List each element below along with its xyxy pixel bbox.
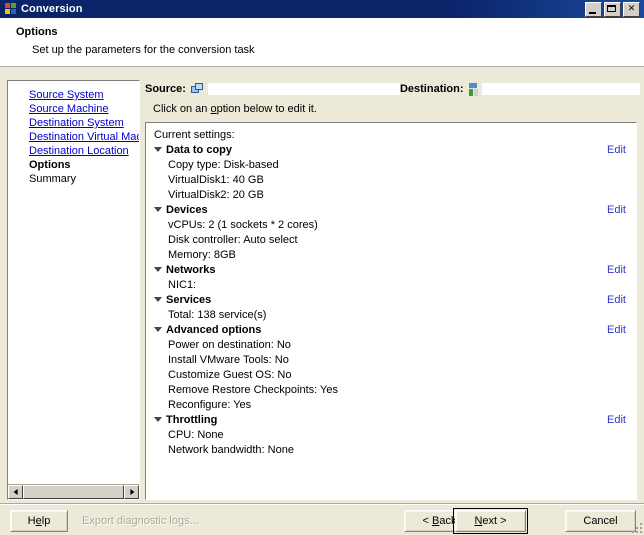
sidebar-item-label: Destination Virtual Machine	[29, 131, 139, 143]
source-value	[207, 83, 400, 95]
sidebar-item-label: Destination Location	[29, 145, 129, 157]
settings-item[interactable]: Install VMware Tools: No	[146, 353, 636, 368]
export-diagnostic-logs-button: Export diagnostic logs...	[82, 515, 199, 527]
settings-group-title: Data to copy	[166, 144, 233, 156]
settings-item[interactable]: CPU: None	[146, 428, 636, 443]
edit-link-networks[interactable]: Edit	[607, 263, 626, 278]
edit-link-devices[interactable]: Edit	[607, 203, 626, 218]
sidebar-item-source-system[interactable]: Source System	[8, 88, 139, 102]
dialog-footer: Help Export diagnostic logs... < Back Ne…	[0, 503, 644, 535]
settings-group-title: Throttling	[166, 414, 218, 426]
next-button-focus-ring: Next >	[453, 508, 528, 534]
scroll-right-arrow-icon[interactable]	[124, 485, 139, 499]
edit-link-throttling[interactable]: Edit	[607, 413, 626, 428]
cancel-button[interactable]: Cancel	[565, 510, 636, 532]
chevron-down-icon[interactable]	[154, 296, 162, 302]
settings-item[interactable]: NIC1:	[146, 278, 636, 293]
source-label: Source:	[145, 83, 186, 95]
sidebar-item-summary: Summary	[8, 172, 139, 186]
settings-group-title: Services	[166, 294, 212, 306]
window-controls: ✕	[585, 1, 640, 17]
sidebar-horizontal-scrollbar[interactable]	[8, 484, 139, 499]
current-settings-listbox[interactable]: Current settings: Data to copy Edit Copy ty…	[145, 122, 637, 500]
sidebar-item-destination-virtual-machine[interactable]: Destination Virtual Machine	[8, 130, 139, 144]
close-icon: ✕	[627, 2, 636, 13]
edit-link-services[interactable]: Edit	[607, 293, 626, 308]
scroll-left-arrow-icon[interactable]	[8, 485, 23, 499]
help-button[interactable]: Help	[10, 510, 68, 532]
sidebar-item-label: Source System	[29, 89, 104, 101]
edit-link-advanced-options[interactable]: Edit	[607, 323, 626, 338]
chevron-down-icon[interactable]	[154, 206, 162, 212]
settings-group-data-to-copy[interactable]: Data to copy Edit	[146, 143, 636, 158]
source-destination-bar: Source: Destination:	[145, 80, 640, 98]
settings-item[interactable]: VirtualDisk2: 20 GB	[146, 188, 636, 203]
sidebar-item-destination-location[interactable]: Destination Location	[8, 144, 139, 158]
sidebar-item-options: Options	[8, 158, 139, 172]
settings-group-advanced-options[interactable]: Advanced options Edit	[146, 323, 636, 338]
scrollbar-thumb[interactable]	[23, 485, 124, 499]
sidebar-item-label: Summary	[29, 173, 77, 185]
destination-host-icon	[468, 82, 479, 96]
settings-group-throttling[interactable]: Throttling Edit	[146, 413, 636, 428]
settings-group-title: Networks	[166, 264, 216, 276]
vmware-converter-icon	[4, 2, 18, 16]
edit-link-data-to-copy[interactable]: Edit	[607, 143, 626, 158]
current-settings-caption: Current settings:	[154, 129, 235, 141]
chevron-down-icon[interactable]	[154, 266, 162, 272]
settings-item[interactable]: Total: 138 service(s)	[146, 308, 636, 323]
next-button[interactable]: Next >	[455, 510, 526, 532]
destination-value	[481, 83, 640, 95]
window-title: Conversion	[21, 3, 83, 15]
settings-group-services[interactable]: Services Edit	[146, 293, 636, 308]
chevron-down-icon[interactable]	[154, 416, 162, 422]
sidebar-item-destination-system[interactable]: Destination System	[8, 116, 139, 130]
settings-item[interactable]: Copy type: Disk-based	[146, 158, 636, 173]
scrollbar-track[interactable]	[23, 485, 124, 499]
settings-group-title: Advanced options	[166, 324, 262, 336]
destination-label: Destination:	[399, 83, 464, 95]
hint-before: Click on an	[153, 103, 211, 115]
source-machine-icon	[190, 83, 204, 95]
resize-grip[interactable]	[630, 521, 642, 533]
chevron-down-icon[interactable]	[154, 326, 162, 332]
settings-item[interactable]: vCPUs: 2 (1 sockets * 2 cores)	[146, 218, 636, 233]
conversion-dialog-window: Conversion ✕ Options Set up the paramete…	[0, 0, 644, 535]
settings-group-devices[interactable]: Devices Edit	[146, 203, 636, 218]
settings-item[interactable]: Disk controller: Auto select	[146, 233, 636, 248]
sidebar-item-source-machine[interactable]: Source Machine	[8, 102, 139, 116]
hint-after: ption below to edit it.	[216, 103, 317, 115]
settings-item[interactable]: Remove Restore Checkpoints: Yes	[146, 383, 636, 398]
edit-hint-text: Click on an option below to edit it.	[153, 103, 317, 115]
settings-item[interactable]: Reconfigure: Yes	[146, 398, 636, 413]
wizard-steps-list: Source System Source Machine Destination S…	[8, 81, 139, 483]
settings-item[interactable]: VirtualDisk1: 40 GB	[146, 173, 636, 188]
options-content-pane: Source: Destination: Click on an option …	[145, 80, 640, 500]
chevron-down-icon[interactable]	[154, 146, 162, 152]
minimize-button[interactable]	[585, 1, 602, 17]
settings-group-title: Devices	[166, 204, 208, 216]
sidebar-item-label: Source Machine	[29, 103, 109, 115]
settings-list: Current settings: Data to copy Edit Copy ty…	[146, 123, 636, 458]
settings-item[interactable]: Customize Guest OS: No	[146, 368, 636, 383]
title-bar[interactable]: Conversion ✕	[0, 0, 644, 18]
dialog-header: Options Set up the parameters for the co…	[0, 18, 644, 67]
close-button[interactable]: ✕	[623, 1, 640, 17]
maximize-button[interactable]	[604, 1, 621, 17]
settings-item[interactable]: Memory: 8GB	[146, 248, 636, 263]
wizard-steps-pane: Source System Source Machine Destination S…	[7, 80, 140, 500]
page-title: Options	[16, 26, 58, 38]
settings-group-networks[interactable]: Networks Edit	[146, 263, 636, 278]
page-subtitle: Set up the parameters for the conversion…	[32, 44, 255, 56]
settings-item[interactable]: Network bandwidth: None	[146, 443, 636, 458]
settings-item[interactable]: Power on destination: No	[146, 338, 636, 353]
sidebar-item-label: Destination System	[29, 117, 124, 129]
dialog-body: Source System Source Machine Destination S…	[0, 68, 644, 504]
sidebar-item-label: Options	[29, 159, 71, 171]
